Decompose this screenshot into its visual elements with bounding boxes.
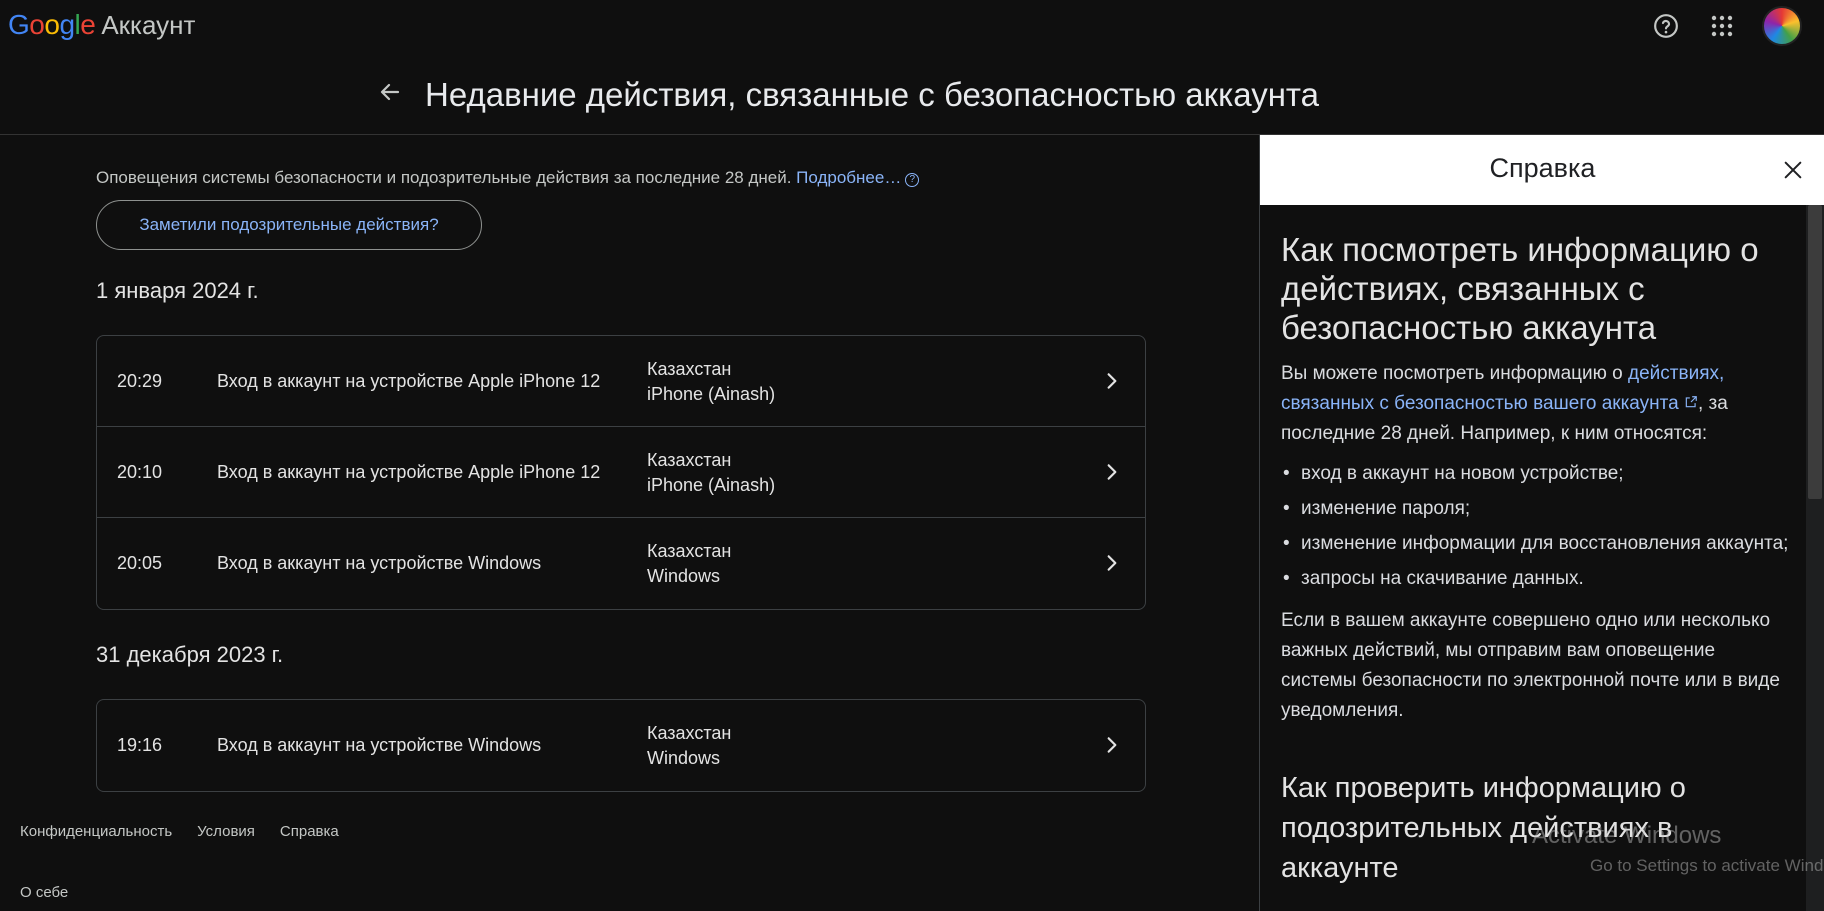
logo-letter: o bbox=[44, 9, 60, 40]
event-row[interactable]: 19:16 Вход в аккаунт на устройстве Windo… bbox=[97, 700, 1145, 791]
page-title: Недавние действия, связанные с безопасно… bbox=[425, 76, 1320, 113]
learn-more-link[interactable]: Подробнее… bbox=[796, 168, 901, 187]
help-paragraph: Вы можете посмотреть информацию о действ… bbox=[1281, 359, 1791, 449]
logo-letter: G bbox=[8, 9, 30, 40]
event-row[interactable]: 20:29 Вход в аккаунт на устройстве Apple… bbox=[97, 336, 1145, 427]
apps-grid-icon[interactable] bbox=[1706, 10, 1738, 42]
help-panel-header: Справка bbox=[1260, 135, 1824, 205]
list-item: изменение пароля; bbox=[1281, 494, 1791, 524]
activation-watermark-subtitle: Go to Settings to activate Windows. bbox=[1590, 856, 1824, 875]
scrollbar-thumb[interactable] bbox=[1808, 205, 1822, 499]
help-text: Вы можете посмотреть информацию о bbox=[1281, 363, 1629, 384]
product-name: Аккаунт bbox=[101, 10, 196, 40]
arrow-back-icon[interactable] bbox=[374, 76, 406, 108]
page-header: Недавние действия, связанные с безопасно… bbox=[0, 52, 1824, 135]
event-row[interactable]: 20:10 Вход в аккаунт на устройстве Apple… bbox=[97, 427, 1145, 518]
event-time: 20:29 bbox=[117, 371, 163, 391]
event-country: Казахстан bbox=[647, 450, 732, 470]
external-link-icon bbox=[1684, 393, 1698, 414]
list-item: изменение информации для восстановления … bbox=[1281, 529, 1791, 559]
event-country: Казахстан bbox=[647, 359, 732, 379]
event-country: Казахстан bbox=[647, 723, 732, 743]
event-description: Вход в аккаунт на устройстве Windows bbox=[217, 735, 542, 755]
close-icon[interactable] bbox=[1778, 155, 1808, 185]
event-row[interactable]: 20:05 Вход в аккаунт на устройстве Windo… bbox=[97, 518, 1145, 609]
question-mark-icon[interactable]: ? bbox=[905, 173, 920, 187]
help-circle-icon[interactable] bbox=[1650, 10, 1682, 42]
event-device: Windows bbox=[647, 566, 721, 586]
suspicious-activity-button[interactable]: Заметили подозрительные действия? bbox=[96, 200, 482, 250]
activation-watermark-title: Activate Windows bbox=[1532, 822, 1722, 849]
list-item: вход в аккаунт на новом устройстве; bbox=[1281, 459, 1791, 489]
list-item: запросы на скачивание данных. bbox=[1281, 564, 1791, 594]
avatar[interactable] bbox=[1762, 6, 1802, 46]
google-account-logo[interactable]: Google Аккаунт bbox=[8, 9, 195, 41]
event-device: Windows bbox=[647, 748, 721, 768]
help-article: Как посмотреть информацию о действиях, с… bbox=[1281, 230, 1791, 888]
footer-link-help[interactable]: Справка bbox=[280, 823, 339, 840]
intro-text: Оповещения системы безопасности и подозр… bbox=[96, 168, 920, 188]
event-location: Казахстан Windows bbox=[647, 721, 731, 771]
event-location: Казахстан iPhone (Ainash) bbox=[647, 448, 775, 498]
chevron-right-icon[interactable] bbox=[1097, 730, 1127, 760]
help-heading: Как посмотреть информацию о действиях, с… bbox=[1281, 231, 1759, 346]
chevron-right-icon[interactable] bbox=[1097, 457, 1127, 487]
intro-description: Оповещения системы безопасности и подозр… bbox=[96, 168, 797, 187]
footer-link-terms[interactable]: Условия bbox=[197, 823, 255, 840]
event-time: 20:10 bbox=[117, 462, 163, 482]
chevron-right-icon[interactable] bbox=[1097, 548, 1127, 578]
date-heading: 31 декабря 2023 г. bbox=[96, 642, 284, 667]
top-bar: Google Аккаунт bbox=[0, 0, 1824, 52]
help-panel: Справка Как посмотреть информацию о дейс… bbox=[1259, 135, 1824, 911]
footer-link-privacy[interactable]: Конфиденциальность bbox=[20, 823, 172, 840]
logo-letter: o bbox=[29, 9, 45, 40]
help-bullet-list: вход в аккаунт на новом устройстве; изме… bbox=[1281, 459, 1791, 594]
event-description: Вход в аккаунт на устройстве Apple iPhon… bbox=[217, 371, 601, 391]
event-location: Казахстан Windows bbox=[647, 539, 731, 589]
events-card: 20:29 Вход в аккаунт на устройстве Apple… bbox=[96, 335, 1146, 610]
footer-links: Конфиденциальность Условия Справка bbox=[20, 823, 339, 840]
event-device: iPhone (Ainash) bbox=[647, 475, 776, 495]
chevron-right-icon[interactable] bbox=[1097, 366, 1127, 396]
event-location: Казахстан iPhone (Ainash) bbox=[647, 357, 775, 407]
logo-letter: e bbox=[80, 9, 96, 40]
event-description: Вход в аккаунт на устройстве Windows bbox=[217, 553, 542, 573]
event-time: 20:05 bbox=[117, 553, 163, 573]
footer-link-about[interactable]: О себе bbox=[20, 884, 68, 901]
event-description: Вход в аккаунт на устройстве Apple iPhon… bbox=[217, 462, 601, 482]
event-country: Казахстан bbox=[647, 541, 732, 561]
help-paragraph: Если в вашем аккаунте совершено одно или… bbox=[1281, 610, 1780, 721]
event-device: iPhone (Ainash) bbox=[647, 384, 776, 404]
logo-letter: g bbox=[59, 9, 75, 40]
event-time: 19:16 bbox=[117, 735, 163, 755]
help-panel-title: Справка bbox=[1489, 153, 1596, 183]
help-scrollbar[interactable] bbox=[1806, 205, 1824, 911]
events-card: 19:16 Вход в аккаунт на устройстве Windo… bbox=[96, 699, 1146, 792]
date-heading: 1 января 2024 г. bbox=[96, 278, 259, 303]
